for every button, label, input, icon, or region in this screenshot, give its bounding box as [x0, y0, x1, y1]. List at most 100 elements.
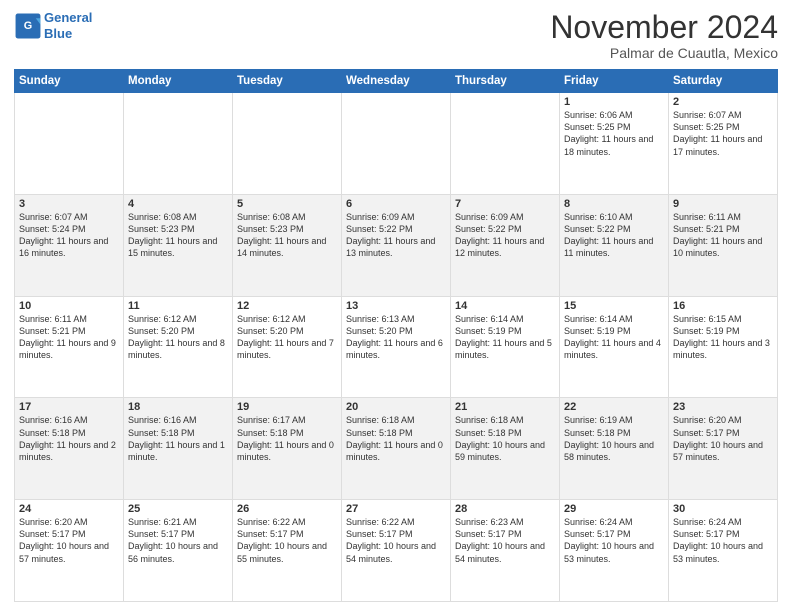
day-number: 10 [19, 300, 119, 312]
day-number: 3 [19, 198, 119, 210]
day-number: 23 [673, 401, 773, 413]
logo-icon: G [14, 12, 42, 40]
table-row [124, 93, 233, 195]
table-row: 24Sunrise: 6:20 AMSunset: 5:17 PMDayligh… [15, 500, 124, 602]
logo-line1: General [44, 10, 92, 25]
header-saturday: Saturday [669, 70, 778, 93]
day-number: 11 [128, 300, 228, 312]
day-info: Sunrise: 6:16 AMSunset: 5:18 PMDaylight:… [128, 414, 228, 463]
table-row: 5Sunrise: 6:08 AMSunset: 5:23 PMDaylight… [233, 194, 342, 296]
page: G General Blue November 2024 Palmar de C… [0, 0, 792, 612]
day-number: 29 [564, 503, 664, 515]
table-row [15, 93, 124, 195]
day-info: Sunrise: 6:11 AMSunset: 5:21 PMDaylight:… [673, 211, 773, 260]
day-number: 13 [346, 300, 446, 312]
day-info: Sunrise: 6:20 AMSunset: 5:17 PMDaylight:… [19, 516, 119, 565]
day-number: 30 [673, 503, 773, 515]
header-wednesday: Wednesday [342, 70, 451, 93]
table-row: 27Sunrise: 6:22 AMSunset: 5:17 PMDayligh… [342, 500, 451, 602]
day-info: Sunrise: 6:22 AMSunset: 5:17 PMDaylight:… [237, 516, 337, 565]
day-info: Sunrise: 6:23 AMSunset: 5:17 PMDaylight:… [455, 516, 555, 565]
day-info: Sunrise: 6:07 AMSunset: 5:25 PMDaylight:… [673, 109, 773, 158]
day-info: Sunrise: 6:15 AMSunset: 5:19 PMDaylight:… [673, 313, 773, 362]
day-number: 2 [673, 96, 773, 108]
day-number: 8 [564, 198, 664, 210]
day-number: 17 [19, 401, 119, 413]
table-row [451, 93, 560, 195]
table-row: 2Sunrise: 6:07 AMSunset: 5:25 PMDaylight… [669, 93, 778, 195]
day-info: Sunrise: 6:08 AMSunset: 5:23 PMDaylight:… [237, 211, 337, 260]
table-row: 16Sunrise: 6:15 AMSunset: 5:19 PMDayligh… [669, 296, 778, 398]
day-number: 6 [346, 198, 446, 210]
table-row: 25Sunrise: 6:21 AMSunset: 5:17 PMDayligh… [124, 500, 233, 602]
day-info: Sunrise: 6:16 AMSunset: 5:18 PMDaylight:… [19, 414, 119, 463]
day-number: 18 [128, 401, 228, 413]
day-number: 27 [346, 503, 446, 515]
day-number: 5 [237, 198, 337, 210]
day-info: Sunrise: 6:07 AMSunset: 5:24 PMDaylight:… [19, 211, 119, 260]
day-info: Sunrise: 6:18 AMSunset: 5:18 PMDaylight:… [455, 414, 555, 463]
day-info: Sunrise: 6:13 AMSunset: 5:20 PMDaylight:… [346, 313, 446, 362]
days-of-week-row: Sunday Monday Tuesday Wednesday Thursday… [15, 70, 778, 93]
title-block: November 2024 Palmar de Cuautla, Mexico [550, 10, 778, 61]
day-info: Sunrise: 6:20 AMSunset: 5:17 PMDaylight:… [673, 414, 773, 463]
day-info: Sunrise: 6:12 AMSunset: 5:20 PMDaylight:… [128, 313, 228, 362]
table-row: 20Sunrise: 6:18 AMSunset: 5:18 PMDayligh… [342, 398, 451, 500]
header-tuesday: Tuesday [233, 70, 342, 93]
day-number: 25 [128, 503, 228, 515]
day-info: Sunrise: 6:09 AMSunset: 5:22 PMDaylight:… [346, 211, 446, 260]
table-row: 6Sunrise: 6:09 AMSunset: 5:22 PMDaylight… [342, 194, 451, 296]
table-row: 28Sunrise: 6:23 AMSunset: 5:17 PMDayligh… [451, 500, 560, 602]
calendar-week-row: 1Sunrise: 6:06 AMSunset: 5:25 PMDaylight… [15, 93, 778, 195]
table-row: 8Sunrise: 6:10 AMSunset: 5:22 PMDaylight… [560, 194, 669, 296]
month-title: November 2024 [550, 10, 778, 45]
calendar-week-row: 17Sunrise: 6:16 AMSunset: 5:18 PMDayligh… [15, 398, 778, 500]
table-row: 9Sunrise: 6:11 AMSunset: 5:21 PMDaylight… [669, 194, 778, 296]
header: G General Blue November 2024 Palmar de C… [14, 10, 778, 61]
day-number: 28 [455, 503, 555, 515]
table-row: 17Sunrise: 6:16 AMSunset: 5:18 PMDayligh… [15, 398, 124, 500]
day-info: Sunrise: 6:06 AMSunset: 5:25 PMDaylight:… [564, 109, 664, 158]
day-info: Sunrise: 6:24 AMSunset: 5:17 PMDaylight:… [673, 516, 773, 565]
day-number: 24 [19, 503, 119, 515]
day-number: 22 [564, 401, 664, 413]
day-number: 19 [237, 401, 337, 413]
table-row: 18Sunrise: 6:16 AMSunset: 5:18 PMDayligh… [124, 398, 233, 500]
header-sunday: Sunday [15, 70, 124, 93]
day-info: Sunrise: 6:19 AMSunset: 5:18 PMDaylight:… [564, 414, 664, 463]
table-row: 15Sunrise: 6:14 AMSunset: 5:19 PMDayligh… [560, 296, 669, 398]
calendar-table: Sunday Monday Tuesday Wednesday Thursday… [14, 69, 778, 602]
table-row: 7Sunrise: 6:09 AMSunset: 5:22 PMDaylight… [451, 194, 560, 296]
table-row: 11Sunrise: 6:12 AMSunset: 5:20 PMDayligh… [124, 296, 233, 398]
day-info: Sunrise: 6:09 AMSunset: 5:22 PMDaylight:… [455, 211, 555, 260]
location: Palmar de Cuautla, Mexico [550, 45, 778, 61]
calendar-week-row: 24Sunrise: 6:20 AMSunset: 5:17 PMDayligh… [15, 500, 778, 602]
table-row: 1Sunrise: 6:06 AMSunset: 5:25 PMDaylight… [560, 93, 669, 195]
table-row: 10Sunrise: 6:11 AMSunset: 5:21 PMDayligh… [15, 296, 124, 398]
day-info: Sunrise: 6:21 AMSunset: 5:17 PMDaylight:… [128, 516, 228, 565]
table-row: 29Sunrise: 6:24 AMSunset: 5:17 PMDayligh… [560, 500, 669, 602]
day-info: Sunrise: 6:11 AMSunset: 5:21 PMDaylight:… [19, 313, 119, 362]
logo-line2: Blue [44, 26, 72, 41]
day-number: 12 [237, 300, 337, 312]
header-thursday: Thursday [451, 70, 560, 93]
table-row [233, 93, 342, 195]
day-number: 14 [455, 300, 555, 312]
calendar-week-row: 10Sunrise: 6:11 AMSunset: 5:21 PMDayligh… [15, 296, 778, 398]
day-number: 20 [346, 401, 446, 413]
logo: G General Blue [14, 10, 92, 41]
day-info: Sunrise: 6:10 AMSunset: 5:22 PMDaylight:… [564, 211, 664, 260]
table-row: 26Sunrise: 6:22 AMSunset: 5:17 PMDayligh… [233, 500, 342, 602]
day-info: Sunrise: 6:22 AMSunset: 5:17 PMDaylight:… [346, 516, 446, 565]
table-row: 30Sunrise: 6:24 AMSunset: 5:17 PMDayligh… [669, 500, 778, 602]
calendar-week-row: 3Sunrise: 6:07 AMSunset: 5:24 PMDaylight… [15, 194, 778, 296]
day-info: Sunrise: 6:14 AMSunset: 5:19 PMDaylight:… [564, 313, 664, 362]
table-row: 19Sunrise: 6:17 AMSunset: 5:18 PMDayligh… [233, 398, 342, 500]
calendar-body: 1Sunrise: 6:06 AMSunset: 5:25 PMDaylight… [15, 93, 778, 602]
table-row: 12Sunrise: 6:12 AMSunset: 5:20 PMDayligh… [233, 296, 342, 398]
table-row: 21Sunrise: 6:18 AMSunset: 5:18 PMDayligh… [451, 398, 560, 500]
day-info: Sunrise: 6:08 AMSunset: 5:23 PMDaylight:… [128, 211, 228, 260]
day-number: 7 [455, 198, 555, 210]
day-info: Sunrise: 6:17 AMSunset: 5:18 PMDaylight:… [237, 414, 337, 463]
table-row: 3Sunrise: 6:07 AMSunset: 5:24 PMDaylight… [15, 194, 124, 296]
